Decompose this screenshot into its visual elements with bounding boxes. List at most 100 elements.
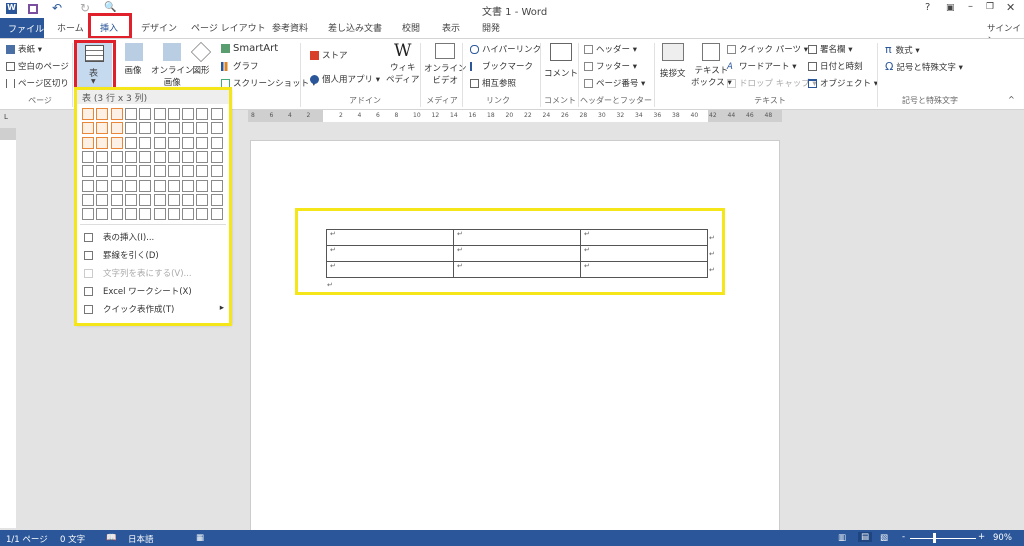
tab-file[interactable]: ファイル bbox=[0, 18, 44, 38]
zoom-in-button[interactable]: + bbox=[978, 532, 985, 542]
pi-icon: π bbox=[885, 43, 892, 56]
my-apps-button[interactable]: 個人用アプリ ▾ bbox=[310, 73, 380, 85]
hyperlink-button[interactable]: ハイパーリンク bbox=[470, 43, 541, 55]
greeting-icon bbox=[661, 43, 684, 61]
restore-button[interactable]: ❐ bbox=[986, 2, 994, 12]
screenshot-button[interactable]: スクリーンショット ▾ bbox=[221, 77, 316, 89]
symbol-button[interactable]: Ω 記号と特殊文字 ▾ bbox=[885, 60, 963, 73]
vertical-ruler[interactable] bbox=[0, 128, 16, 528]
ruler-tick-label: 42 bbox=[709, 112, 717, 119]
shapes-icon bbox=[190, 41, 212, 63]
page-count[interactable]: 1/1 ページ bbox=[6, 533, 48, 545]
word-count[interactable]: 0 文字 bbox=[60, 533, 85, 545]
smartart-icon bbox=[221, 43, 230, 53]
document-page[interactable]: ↵ ↵ ↵ ↵ ↵ ↵ ↵ ↵ ↵ ↵ ↵ ↵ ↵ bbox=[250, 140, 780, 532]
drop-cap-icon bbox=[727, 79, 736, 88]
smartart-button[interactable]: SmartArt bbox=[221, 43, 278, 54]
online-picture-button[interactable]: オンライン 画像 bbox=[151, 43, 194, 88]
tab-review[interactable]: 校閲 bbox=[402, 21, 420, 34]
tab-developer[interactable]: 開発 bbox=[482, 21, 500, 34]
ruler-tick-label: 28 bbox=[579, 112, 588, 119]
textbox-button[interactable]: テキスト ボックス ▾ bbox=[691, 43, 732, 88]
bookmark-icon bbox=[470, 62, 479, 71]
shapes-button[interactable]: 図形 bbox=[190, 41, 212, 76]
footer-button[interactable]: フッター ▾ bbox=[584, 60, 637, 72]
object-button[interactable]: オブジェクト ▾ bbox=[808, 77, 878, 89]
word-logo-icon: W bbox=[6, 3, 17, 14]
tab-home[interactable]: ホーム bbox=[57, 21, 84, 34]
print-layout-icon[interactable]: ▤ bbox=[858, 532, 873, 542]
close-button[interactable]: ✕ bbox=[1006, 1, 1015, 14]
object-icon bbox=[808, 79, 817, 88]
read-mode-icon[interactable]: ▥ bbox=[838, 533, 846, 543]
picture-icon bbox=[125, 43, 143, 61]
blank-page-button[interactable]: 空白のページ bbox=[6, 60, 69, 72]
ruler-tick-label: 36 bbox=[653, 112, 662, 119]
cover-page-icon bbox=[6, 45, 15, 54]
ribbon-display-button[interactable]: ▣ bbox=[946, 3, 955, 13]
tab-view[interactable]: 表示 bbox=[442, 21, 460, 34]
date-time-button[interactable]: 日付と時刻 bbox=[808, 60, 863, 72]
zoom-slider[interactable] bbox=[910, 538, 976, 539]
table-highlight bbox=[295, 208, 725, 295]
macro-icon[interactable]: ▦ bbox=[196, 533, 204, 543]
header-button[interactable]: ヘッダー ▾ bbox=[584, 43, 637, 55]
tab-design[interactable]: デザイン bbox=[141, 21, 177, 34]
zoom-level[interactable]: 90% bbox=[993, 533, 1012, 543]
group-label-media: メディア bbox=[426, 96, 458, 105]
minimize-button[interactable]: – bbox=[968, 1, 973, 12]
page-number-button[interactable]: ページ番号 ▾ bbox=[584, 77, 645, 89]
tab-selector-icon[interactable]: L bbox=[4, 113, 8, 121]
web-layout-icon[interactable]: ▧ bbox=[880, 533, 888, 543]
horizontal-ruler[interactable]: 8 6 4 2 2 4 6 8 10 12 14 16 18 20 22 24 26 28 30 32 34 36 38 40… bbox=[248, 110, 782, 122]
page-break-button[interactable]: ページ区切り bbox=[6, 77, 69, 89]
picture-button[interactable]: 画像 bbox=[123, 43, 143, 76]
ruler-tick-label: 32 bbox=[616, 112, 625, 119]
wikipedia-icon: W bbox=[393, 41, 412, 61]
quick-parts-button[interactable]: クイック パーツ ▾ bbox=[727, 43, 808, 55]
ruler-tick-label: 6 bbox=[269, 112, 274, 119]
group-label-addins: アドイン bbox=[349, 96, 381, 105]
tab-references[interactable]: 参考資料 bbox=[272, 21, 308, 34]
greeting-button[interactable]: 挨拶文 bbox=[660, 43, 686, 79]
tab-page-layout[interactable]: ページ レイアウト bbox=[191, 21, 266, 34]
collapse-ribbon-icon[interactable]: ^ bbox=[1008, 95, 1015, 104]
page-number-icon bbox=[584, 79, 593, 88]
chart-button[interactable]: グラフ bbox=[221, 60, 259, 72]
ruler-tick-label: 14 bbox=[450, 112, 458, 119]
ruler-tick-label: 22 bbox=[524, 112, 532, 119]
group-label-comment: コメント bbox=[544, 96, 576, 105]
group-label-links: リンク bbox=[486, 96, 510, 105]
ruler-tick-label: 48 bbox=[764, 112, 773, 119]
zoom-out-button[interactable]: - bbox=[902, 532, 905, 542]
cross-reference-button[interactable]: 相互参照 bbox=[470, 77, 516, 89]
ruler-tick-label: 8 bbox=[251, 112, 255, 119]
undo-icon[interactable]: ↶ bbox=[52, 1, 62, 15]
bookmark-button[interactable]: ブックマーク bbox=[470, 60, 533, 72]
proofing-icon[interactable]: 📖 bbox=[106, 533, 117, 543]
wordart-button[interactable]: A ワードアート ▾ bbox=[727, 60, 796, 72]
online-video-button[interactable]: オンライン ビデオ bbox=[424, 43, 467, 86]
store-button[interactable]: ストア bbox=[310, 49, 348, 61]
equation-button[interactable]: π 数式 ▾ bbox=[885, 43, 920, 56]
comment-button[interactable]: コメント bbox=[544, 43, 578, 79]
language[interactable]: 日本語 bbox=[128, 533, 154, 545]
table-button-highlight bbox=[74, 40, 116, 90]
signature-line-button[interactable]: 署名欄 ▾ bbox=[808, 43, 852, 55]
ruler-tick-label: 40 bbox=[690, 112, 699, 119]
zoom-slider-thumb[interactable] bbox=[933, 533, 936, 543]
comment-icon bbox=[550, 43, 572, 61]
tab-mailings[interactable]: 差し込み文書 bbox=[328, 21, 382, 34]
wikipedia-button[interactable]: W ウィキ ペディア bbox=[386, 41, 419, 85]
status-bar: 1/1 ページ 0 文字 📖 日本語 ▦ ▥ ▤ ▧ - + 90% bbox=[0, 530, 1024, 546]
store-icon bbox=[310, 51, 319, 60]
ruler-tick-label: 30 bbox=[598, 112, 606, 119]
help-button[interactable]: ? bbox=[925, 2, 930, 13]
save-icon[interactable] bbox=[28, 4, 38, 14]
apps-icon bbox=[310, 75, 319, 84]
ruler-tick-label: 24 bbox=[542, 112, 551, 119]
quick-parts-icon bbox=[727, 45, 736, 54]
cover-page-button[interactable]: 表紙 ▾ bbox=[6, 43, 42, 55]
print-preview-icon[interactable]: 🔍 bbox=[104, 2, 116, 13]
ruler-tick-label: 8 bbox=[394, 112, 399, 119]
